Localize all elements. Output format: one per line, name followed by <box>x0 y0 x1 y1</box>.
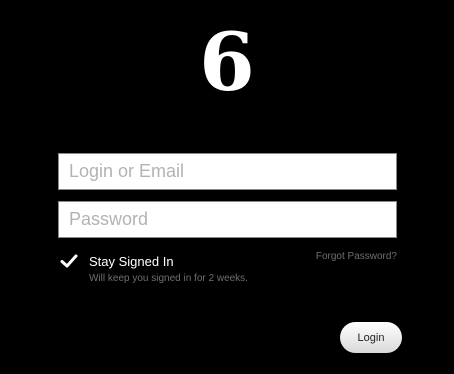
app-logo: 6 <box>199 15 255 109</box>
stay-signed-in-checkbox[interactable] <box>60 252 78 270</box>
checkmark-icon <box>60 254 78 268</box>
forgot-password-link[interactable]: Forgot Password? <box>316 251 397 262</box>
stay-signed-in-hint: Will keep you signed in for 2 weeks. <box>89 273 248 284</box>
login-button[interactable]: Login <box>340 322 402 353</box>
password-input[interactable] <box>58 201 397 238</box>
stay-signed-in-label[interactable]: Stay Signed In <box>89 254 174 269</box>
login-email-input[interactable] <box>58 153 397 190</box>
